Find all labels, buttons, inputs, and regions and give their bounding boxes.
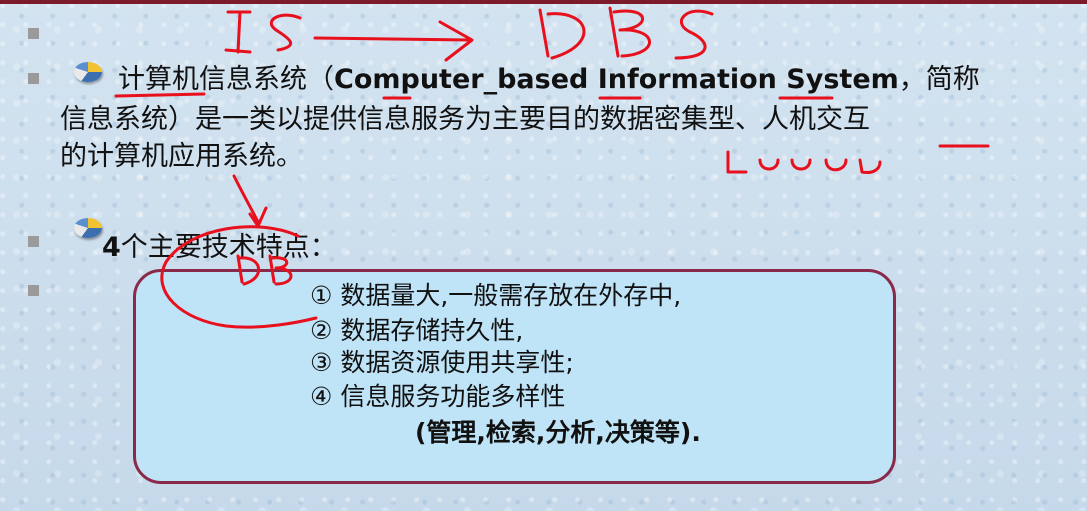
handwriting-arrow-down — [232, 174, 268, 228]
handwriting-overlay — [114, 6, 990, 329]
handwriting-squiggle-marks — [726, 150, 882, 174]
handwriting-letter-s2 — [674, 9, 714, 60]
handwriting-circle — [160, 225, 318, 329]
handwriting-letter-i — [224, 10, 252, 54]
handwriting-letter-b — [608, 6, 651, 58]
handwriting-letter-d — [538, 8, 586, 60]
handwriting-underline-cbis — [114, 92, 206, 98]
handwriting-letter-s — [269, 13, 302, 52]
handwriting-letter-d2 — [236, 254, 261, 286]
handwriting-arrow-right — [313, 20, 474, 62]
handwriting-letter-b2 — [268, 254, 293, 286]
